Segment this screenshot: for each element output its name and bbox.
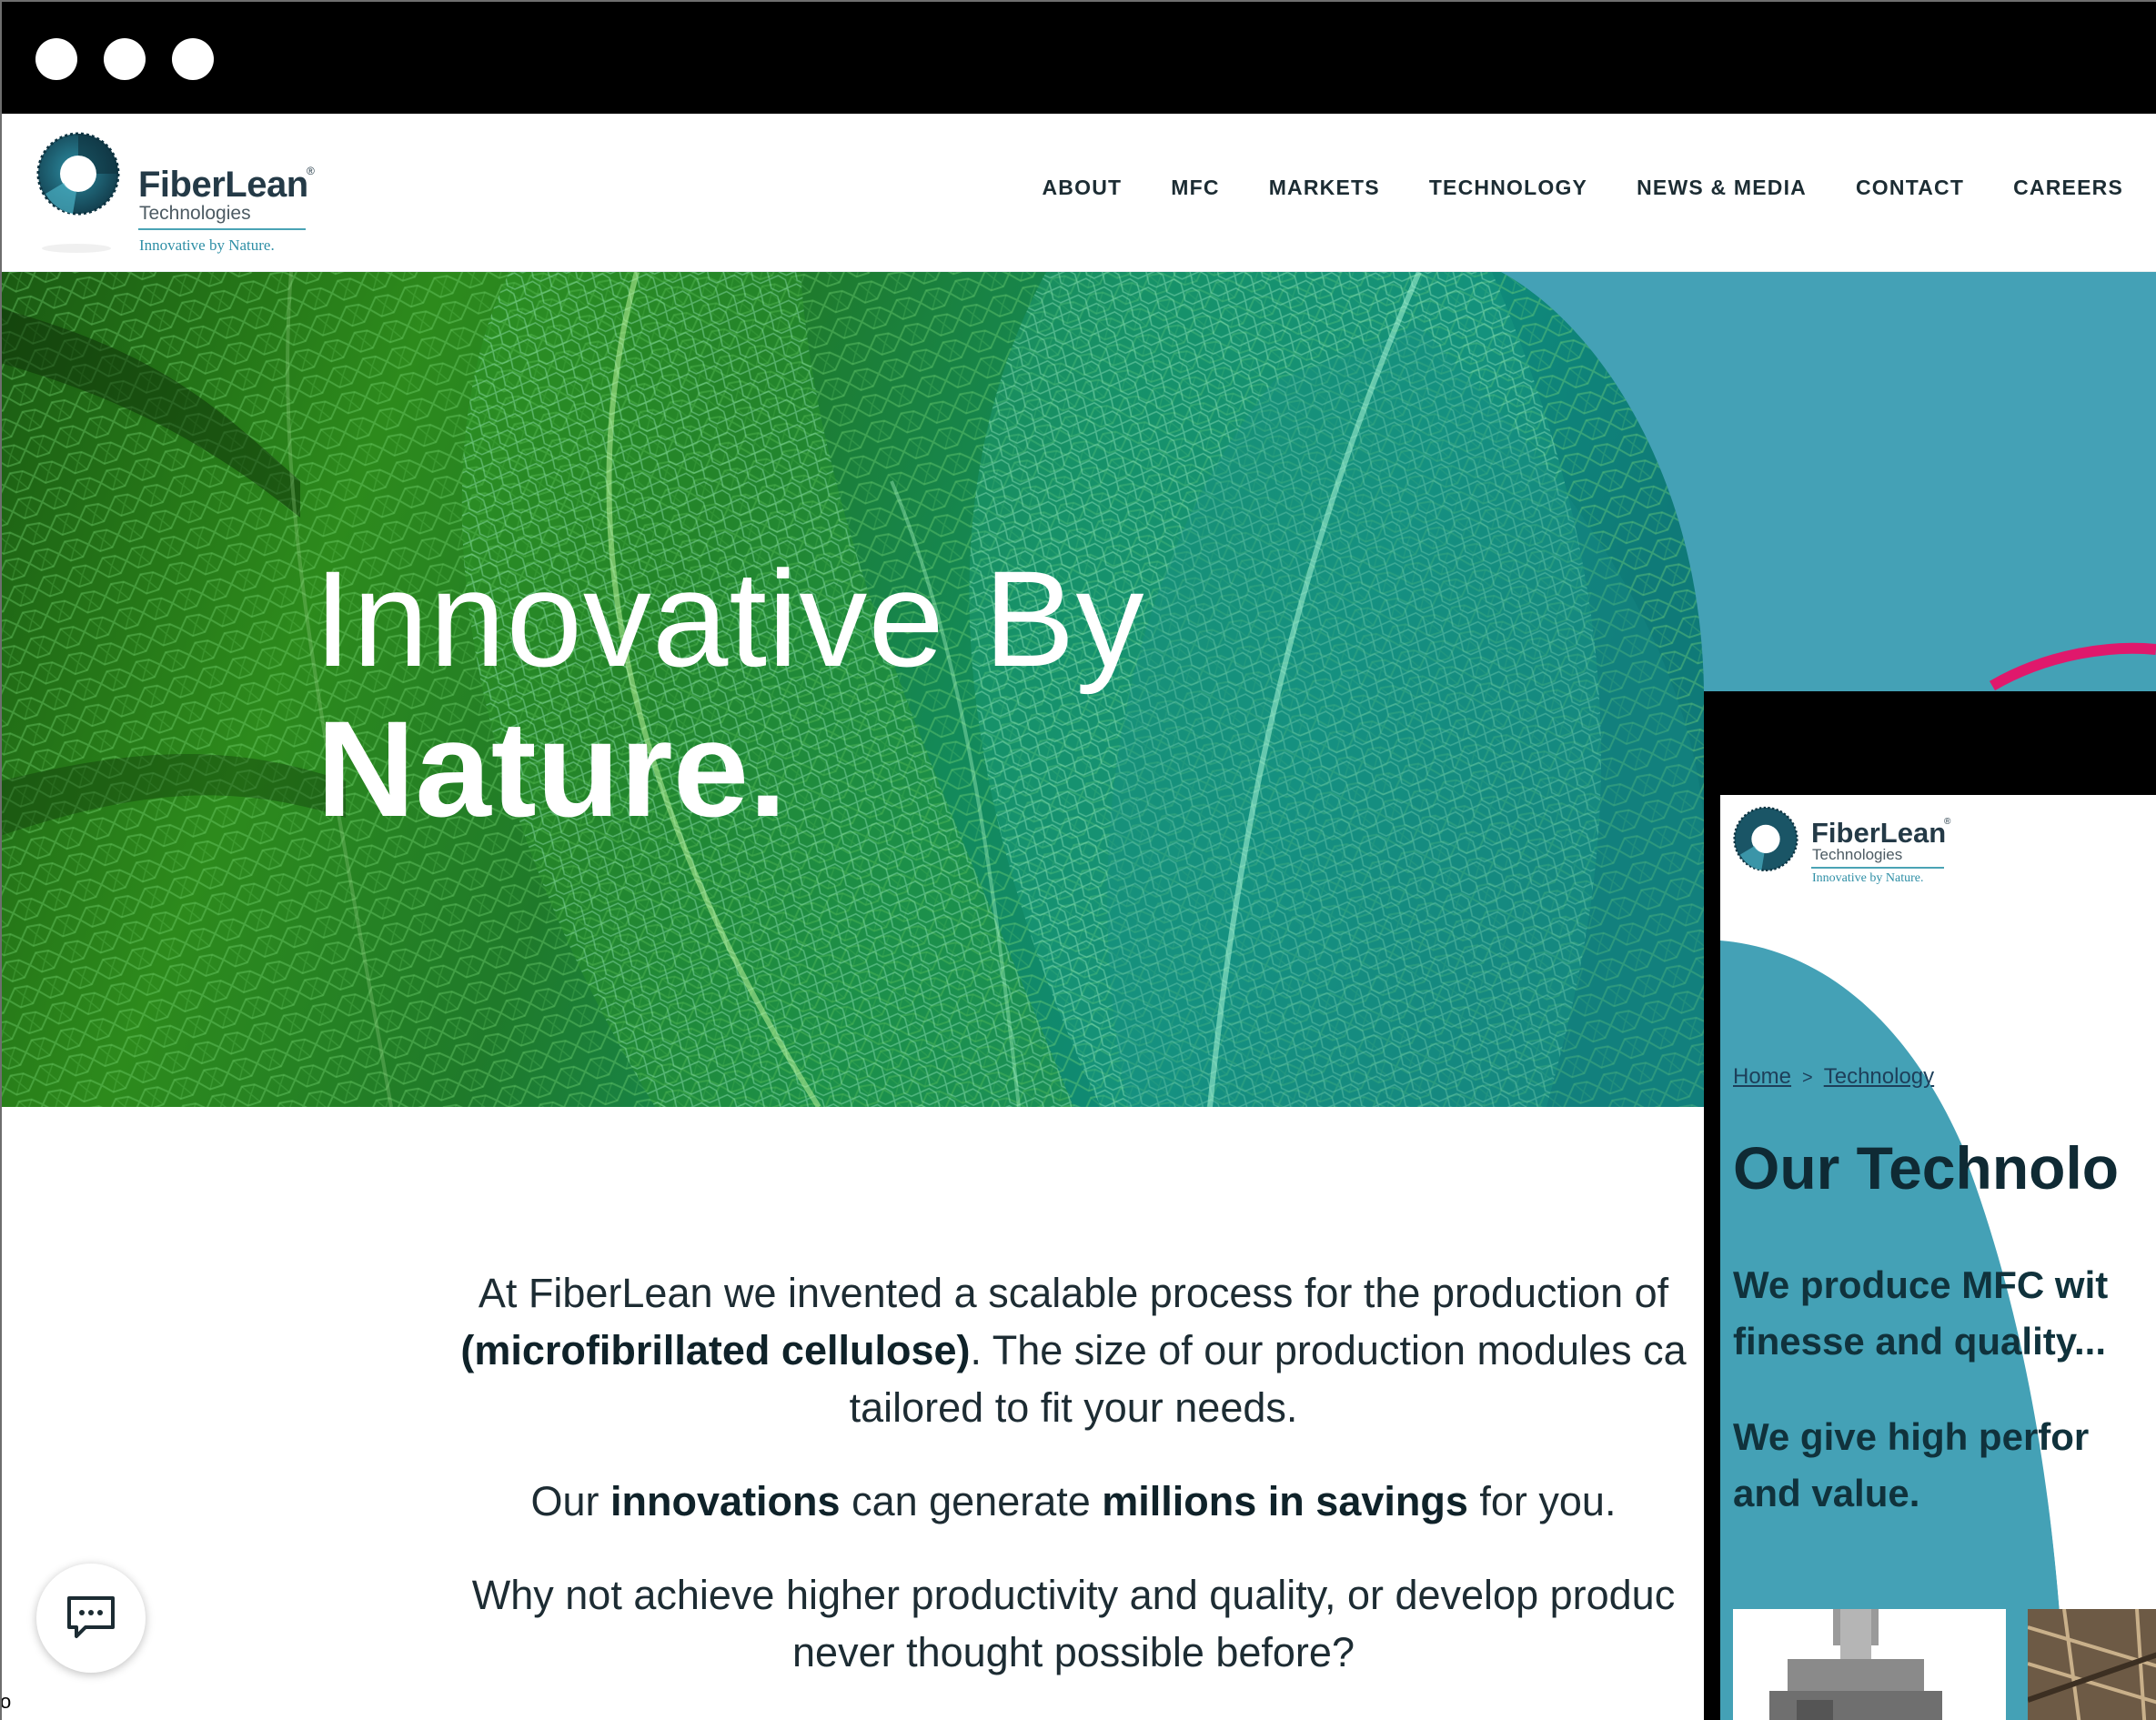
intro-bold-mfc: (microfibrillated cellulose): [460, 1327, 971, 1373]
statement-line: finesse and quality...: [1733, 1320, 2106, 1363]
breadcrumb-separator: >: [1802, 1068, 1813, 1088]
intro-text: for you.: [1467, 1478, 1617, 1524]
mobile-statement-2: We give high perfor and value.: [1733, 1409, 2156, 1522]
intro-text: . The size of our production modules ca: [970, 1327, 1687, 1373]
intro-text: Our: [530, 1478, 611, 1524]
brand-sub: Technologies: [139, 203, 251, 224]
brand-divider: [138, 228, 306, 230]
intro-text: Why not achieve higher productivity and …: [471, 1572, 1676, 1618]
brand-logo[interactable]: FiberLean ® Technologies Innovative by N…: [36, 130, 327, 257]
mobile-mockup: FiberLean ® Technologies Innovative by N…: [1704, 691, 2156, 1720]
browser-titlebar: [0, 0, 2156, 114]
intro-paragraph-3: Why not achieve higher productivity and …: [309, 1566, 1838, 1681]
brand-name: FiberLean: [138, 165, 308, 205]
intro-text: can generate: [840, 1478, 1103, 1524]
intro-bold-innovations: innovations: [610, 1478, 841, 1524]
mobile-brand-divider: [1811, 867, 1944, 869]
machine-illustration: [1769, 1609, 1942, 1720]
intro-section: At FiberLean we invented a scalable proc…: [309, 1264, 1838, 1717]
fiberlean-logo-icon: [36, 132, 120, 216]
intro-text: tailored to fit your needs.: [849, 1384, 1298, 1431]
nav-item-careers[interactable]: CAREERS: [2013, 176, 2123, 200]
window-minimize-dot[interactable]: [104, 38, 146, 80]
nav-item-news-media[interactable]: NEWS & MEDIA: [1637, 176, 1807, 200]
intro-text: At FiberLean we invented a scalable proc…: [478, 1270, 1669, 1316]
intro-paragraph-1: At FiberLean we invented a scalable proc…: [309, 1264, 1838, 1436]
brand-tagline: Innovative by Nature.: [139, 236, 275, 254]
nav-item-contact[interactable]: CONTACT: [1856, 176, 1964, 200]
nav-item-about[interactable]: ABOUT: [1042, 176, 1122, 200]
chat-button[interactable]: [36, 1564, 146, 1673]
intro-text: never thought possible before?: [792, 1629, 1355, 1675]
mobile-brand-name: FiberLean: [1811, 817, 1947, 849]
statement-line: and value.: [1733, 1472, 1920, 1514]
mobile-brand-registered-mark: ®: [1944, 817, 1951, 827]
mobile-screen: FiberLean ® Technologies Innovative by N…: [1720, 795, 2156, 1720]
mobile-statement-1: We produce MFC wit finesse and quality..…: [1733, 1257, 2156, 1370]
logo-shadow: [42, 244, 111, 253]
nav-item-technology[interactable]: TECHNOLOGY: [1429, 176, 1587, 200]
intro-bold-savings: millions in savings: [1102, 1478, 1468, 1524]
statement-line: We produce MFC wit: [1733, 1263, 2109, 1306]
mobile-brand-sub: Technologies: [1812, 846, 1903, 863]
fiberlean-logo-icon: [1733, 806, 1798, 872]
mobile-brand-tagline: Innovative by Nature.: [1812, 871, 1924, 885]
intro-paragraph-2: Our innovations can generate millions in…: [309, 1473, 1838, 1530]
brand-registered-mark: ®: [307, 165, 315, 177]
page-title: Our Technolo: [1733, 1134, 2120, 1202]
corner-glyph: o: [0, 1690, 12, 1713]
hero-title-bold: Nature.: [317, 692, 787, 845]
chat-bubble-icon: [67, 1596, 115, 1638]
mobile-brand-logo[interactable]: FiberLean ® Technologies Innovative by N…: [1733, 804, 1970, 904]
window-maximize-dot[interactable]: [172, 38, 214, 80]
window-close-dot[interactable]: [35, 38, 77, 80]
statement-line: We give high perfor: [1733, 1415, 2090, 1458]
facility-image[interactable]: [2028, 1609, 2156, 1720]
hero-title-light: Innovative By: [314, 542, 1145, 695]
main-nav: ABOUT MFC MARKETS TECHNOLOGY NEWS & MEDI…: [992, 176, 2123, 200]
nav-item-mfc[interactable]: MFC: [1171, 176, 1219, 200]
breadcrumb: Home > Technology: [1733, 1064, 1934, 1090]
nav-item-markets[interactable]: MARKETS: [1269, 176, 1380, 200]
breadcrumb-home-link[interactable]: Home: [1733, 1064, 1791, 1089]
facility-illustration: [2028, 1609, 2156, 1720]
site-header: FiberLean ® Technologies Innovative by N…: [0, 114, 2156, 273]
machinery-image[interactable]: [1733, 1609, 2006, 1720]
breadcrumb-technology-link[interactable]: Technology: [1824, 1064, 1934, 1089]
